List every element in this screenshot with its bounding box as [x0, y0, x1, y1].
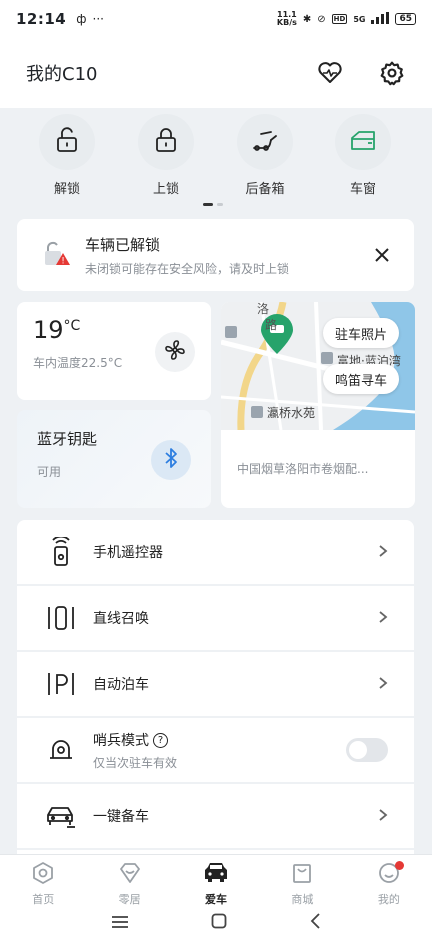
park-photo-button[interactable]: 驻车照片: [322, 318, 399, 348]
page-indicator: [203, 203, 223, 206]
home-square-icon[interactable]: [211, 913, 227, 933]
map-road-label-2: 路: [265, 318, 278, 332]
health-heart-icon[interactable]: [316, 59, 344, 87]
lock-icon: [154, 127, 178, 157]
car-icon: [203, 861, 229, 889]
header: 我的C10: [0, 38, 432, 108]
close-icon[interactable]: [370, 243, 394, 267]
system-nav-bar: [0, 906, 432, 940]
sentry-icon: [45, 734, 77, 766]
tab-community[interactable]: 零居: [86, 855, 172, 906]
alert-title: 车辆已解锁: [85, 235, 161, 254]
window-icon: [349, 129, 377, 155]
svg-text:!: !: [61, 257, 65, 267]
unlock-alert-card: ! 车辆已解锁 未闭锁可能存在安全风险，请及时上锁: [17, 219, 414, 291]
chevron-right-icon: [378, 543, 388, 562]
battery-icon: 65: [395, 13, 416, 25]
fan-button[interactable]: [155, 332, 195, 372]
map-poi-label: 瀛桥水苑: [267, 406, 316, 420]
tab-my-car[interactable]: 爱车: [173, 855, 259, 906]
chevron-right-icon: [378, 675, 388, 694]
map-road-label: 洛: [257, 302, 270, 316]
lock-button[interactable]: 上锁: [134, 114, 198, 197]
bluetooth-button[interactable]: [151, 440, 191, 480]
bluetooth-icon: [163, 447, 179, 473]
unlocked-warning-icon: !: [43, 239, 71, 271]
app-notification-icon: ф: [76, 12, 87, 26]
diamond-icon: [118, 861, 142, 889]
tab-home[interactable]: 首页: [0, 855, 86, 906]
status-bar: 12:14 ф ··· 11.1 KB/s ✱ ⊘ HD 5G 65: [0, 0, 432, 38]
shop-icon: [290, 861, 314, 889]
alert-subtitle: 未闭锁可能存在安全风险，请及时上锁: [85, 261, 290, 276]
chevron-right-icon: [378, 807, 388, 826]
car-prepare-icon: [45, 800, 77, 832]
home-icon: [31, 861, 55, 889]
link-icon: ⊘: [317, 13, 326, 25]
phone-remote-icon: [45, 536, 77, 568]
fan-icon: [163, 338, 187, 366]
back-icon[interactable]: [309, 913, 321, 933]
tab-shop[interactable]: 商城: [259, 855, 345, 906]
tab-profile[interactable]: 我的: [346, 855, 432, 906]
menu-item-phone-remote[interactable]: 手机遥控器: [17, 520, 414, 586]
quick-controls: 解锁 上锁 后备箱 车窗: [0, 108, 432, 210]
trunk-button[interactable]: 后备箱: [233, 114, 297, 197]
map-card[interactable]: 洛 路 富地·蓝泊湾 瀛桥水苑 驻车照片 鸣笛寻车 中国烟草洛阳市卷烟配...: [221, 302, 415, 508]
menu-item-summon[interactable]: 直线召唤: [17, 586, 414, 652]
temperature-card[interactable]: 19°C 车内温度22.5°C: [17, 302, 211, 400]
honk-find-car-button[interactable]: 鸣笛寻车: [322, 364, 399, 394]
menu-item-auto-park[interactable]: 自动泊车: [17, 652, 414, 718]
unlock-icon: [55, 127, 79, 157]
page-title: 我的C10: [26, 64, 98, 85]
notification-badge: [395, 861, 405, 870]
sentry-mode-toggle[interactable]: [346, 738, 388, 762]
bottom-tab-bar: 首页 零居 爱车 商城 我的: [0, 854, 432, 906]
help-icon[interactable]: ?: [153, 733, 168, 748]
more-icon: ···: [92, 12, 104, 26]
vehicle-menu: 手机遥控器 直线召唤 自动泊车 哨兵模式? 仅当次驻车有效 一键备车: [17, 520, 414, 854]
menu-item-car-prepare[interactable]: 一键备车: [17, 784, 414, 850]
unlock-button[interactable]: 解锁: [35, 114, 99, 197]
auto-park-icon: [45, 668, 77, 700]
bluetooth-key-card[interactable]: 蓝牙钥匙 可用: [17, 410, 211, 508]
signal-icon: [371, 11, 390, 27]
status-time: 12:14: [16, 10, 67, 28]
window-button[interactable]: 车窗: [331, 114, 395, 197]
menu-item-sentry-mode: 哨兵模式? 仅当次驻车有效: [17, 718, 414, 784]
net-speed: 11.1 KB/s: [276, 10, 297, 27]
bluetooth-status-icon: ✱: [302, 13, 312, 25]
network-type: 5G: [353, 14, 366, 24]
settings-gear-icon[interactable]: [378, 59, 406, 87]
trunk-icon: [251, 128, 279, 156]
hd-icon: HD: [331, 14, 348, 24]
chevron-right-icon: [378, 609, 388, 628]
summon-icon: [45, 602, 77, 634]
parking-address: 中国烟草洛阳市卷烟配...: [237, 462, 369, 476]
menu-icon[interactable]: [111, 914, 129, 933]
